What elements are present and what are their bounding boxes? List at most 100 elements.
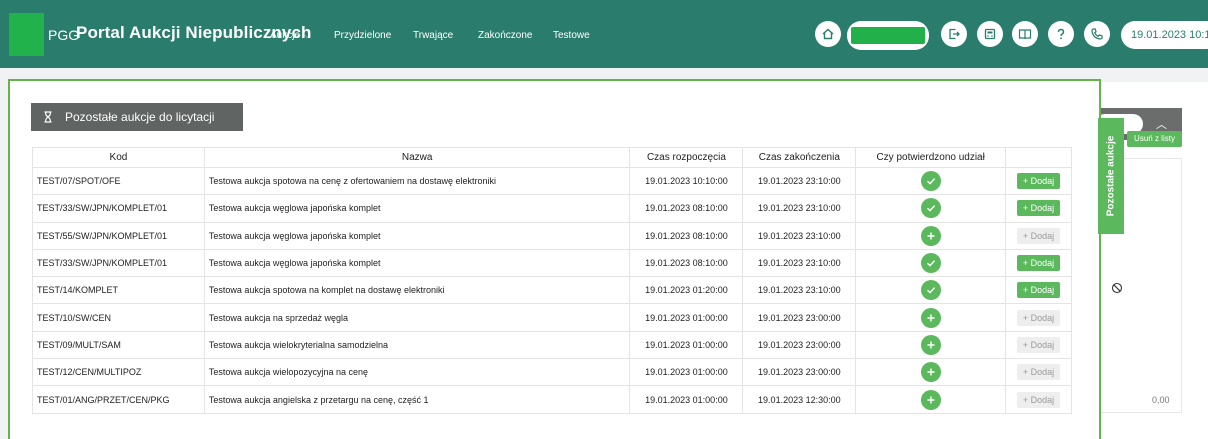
table-row[interactable]: TEST/01/ANG/PRZET/CEN/PKG Testowa aukcja …: [32, 385, 1072, 414]
confirmed-status-icon: [920, 171, 941, 192]
confirmed-status-icon: [920, 198, 941, 219]
cell-nazwa: Testowa aukcja spotowa na komplet na dos…: [203, 276, 631, 305]
brand-prefix: PGG: [48, 27, 80, 43]
cell-start-time: 19.01.2023 08:10:00: [629, 221, 744, 250]
nav-testowe[interactable]: Testowe: [553, 30, 590, 41]
help-icon: [1057, 28, 1065, 40]
section-title: Pozostałe aukcje do licytacji: [65, 110, 215, 124]
chevron-up-icon[interactable]: ︿: [1156, 116, 1167, 132]
manual-button[interactable]: [1012, 21, 1038, 47]
confirm-participation-button[interactable]: [920, 389, 941, 410]
check-icon: [926, 178, 935, 185]
cell-confirmed: [855, 358, 1007, 387]
cell-kod: TEST/07/SPOT/OFE: [32, 166, 205, 196]
add-button[interactable]: + Dodaj: [1017, 255, 1060, 272]
top-bar: PGG Portal Aukcji Niepublicznych Aukcje ⌵…: [0, 0, 1208, 68]
table-row[interactable]: TEST/55/SW/JPN/KOMPLET/01 Testowa aukcja …: [32, 221, 1072, 250]
cell-start-time: 19.01.2023 01:00:00: [629, 330, 744, 360]
help-button[interactable]: [1048, 21, 1074, 47]
cell-end-time: 19.01.2023 23:10:00: [742, 221, 857, 250]
check-icon: [926, 260, 935, 267]
add-button[interactable]: + Dodaj: [1017, 227, 1060, 244]
cell-end-time: 19.01.2023 23:00:00: [742, 303, 857, 332]
calculator-button[interactable]: [977, 21, 1003, 47]
cell-kod: TEST/01/ANG/PRZET/CEN/PKG: [32, 385, 205, 414]
cell-nazwa: Testowa aukcja węglowa japońska komplet: [203, 194, 631, 223]
table-row[interactable]: TEST/12/CEN/MULTIPOZ Testowa aukcja wielo…: [32, 358, 1072, 387]
cell-start-time: 19.01.2023 08:10:00: [629, 248, 744, 278]
column-header-action: [1005, 147, 1072, 168]
nav-aukcje[interactable]: Aukcje ⌵: [270, 30, 311, 41]
cell-confirmed: [855, 303, 1007, 332]
cell-confirmed: [855, 330, 1007, 360]
cell-end-time: 19.01.2023 23:10:00: [742, 166, 857, 196]
remove-from-list-button[interactable]: Usuń z listy: [1127, 131, 1182, 147]
table-header-row: Kod Nazwa Czas rozpoczęcia Czas zakończe…: [32, 147, 1072, 168]
confirm-participation-button[interactable]: [920, 334, 941, 355]
cell-nazwa: Testowa aukcja spotowa na cenę z ofertow…: [203, 166, 631, 196]
check-icon: [926, 287, 935, 294]
table-row[interactable]: TEST/09/MULT/SAM Testowa aukcja wielokryt…: [32, 330, 1072, 360]
cell-confirmed: [855, 194, 1007, 223]
cell-end-time: 19.01.2023 12:30:00: [742, 385, 857, 414]
plus-icon: [927, 396, 935, 404]
book-icon: [1018, 29, 1032, 40]
add-button[interactable]: + Dodaj: [1017, 391, 1060, 408]
cell-end-time: 19.01.2023 23:10:00: [742, 194, 857, 223]
home-button[interactable]: [815, 21, 841, 47]
nav-trwajace[interactable]: Trwające: [413, 30, 453, 41]
add-button[interactable]: + Dodaj: [1017, 336, 1060, 353]
cell-confirmed: [855, 276, 1007, 305]
add-button[interactable]: + Dodaj: [1017, 200, 1060, 217]
table-row[interactable]: TEST/10/SW/CEN Testowa aukcja na sprzedaż…: [32, 303, 1072, 332]
table-row[interactable]: TEST/07/SPOT/OFE Testowa aukcja spotowa n…: [32, 166, 1072, 196]
add-button[interactable]: + Dodaj: [1017, 364, 1060, 381]
logout-icon: [949, 28, 960, 40]
side-tab-remaining-auctions[interactable]: Pozostałe aukcje: [1098, 118, 1124, 234]
cell-kod: TEST/33/SW/JPN/KOMPLET/01: [32, 194, 205, 223]
cell-start-time: 19.01.2023 01:00:00: [629, 385, 744, 414]
table-row[interactable]: TEST/33/SW/JPN/KOMPLET/01 Testowa aukcja …: [32, 194, 1072, 223]
table-row[interactable]: TEST/33/SW/JPN/KOMPLET/01 Testowa aukcja …: [32, 248, 1072, 278]
cell-end-time: 19.01.2023 23:00:00: [742, 330, 857, 360]
auctions-table: Kod Nazwa Czas rozpoczęcia Czas zakończe…: [32, 147, 1072, 414]
add-button[interactable]: + Dodaj: [1017, 282, 1060, 299]
current-datetime: 19.01.2023 10:14:12: [1121, 21, 1208, 49]
user-account-button[interactable]: [847, 21, 929, 50]
cell-kod: TEST/10/SW/CEN: [32, 303, 205, 332]
confirm-participation-button[interactable]: [920, 362, 941, 383]
cell-nazwa: Testowa aukcja węglowa japońska komplet: [203, 248, 631, 278]
cell-nazwa: Testowa aukcja wielokryterialna samodzie…: [203, 330, 631, 360]
confirm-participation-button[interactable]: [920, 307, 941, 328]
cell-kod: TEST/55/SW/JPN/KOMPLET/01: [32, 221, 205, 250]
add-button[interactable]: + Dodaj: [1017, 173, 1060, 190]
user-account-badge: [851, 27, 925, 44]
cell-kod: TEST/09/MULT/SAM: [32, 330, 205, 360]
plus-icon: [927, 341, 935, 349]
cell-confirmed: [855, 166, 1007, 196]
cell-start-time: 19.01.2023 01:00:00: [629, 303, 744, 332]
nav-zakonczone[interactable]: Zakończone: [478, 30, 532, 41]
phone-button[interactable]: [1084, 21, 1110, 47]
cell-action: + Dodaj: [1005, 385, 1072, 414]
cell-action: + Dodaj: [1005, 330, 1072, 360]
nav-przydzielone[interactable]: Przydzielone: [334, 30, 391, 41]
confirmed-status-icon: [920, 280, 941, 301]
cell-action: + Dodaj: [1005, 303, 1072, 332]
cell-action: + Dodaj: [1005, 248, 1072, 278]
side-tab-label: Pozostałe aukcje: [1105, 135, 1117, 217]
table-row[interactable]: TEST/14/KOMPLET Testowa aukcja spotowa na…: [32, 276, 1072, 305]
block-icon[interactable]: [1111, 282, 1123, 294]
cell-start-time: 19.01.2023 01:00:00: [629, 358, 744, 387]
section-header: Pozostałe aukcje do licytacji: [31, 103, 243, 131]
check-icon: [926, 205, 935, 213]
home-icon: [822, 28, 834, 40]
cell-action: + Dodaj: [1005, 358, 1072, 387]
add-button[interactable]: + Dodaj: [1017, 309, 1060, 326]
confirm-participation-button[interactable]: [920, 225, 941, 246]
column-header-nazwa: Nazwa: [203, 147, 631, 168]
cell-end-time: 19.01.2023 23:10:00: [742, 248, 857, 278]
cell-confirmed: [855, 248, 1007, 278]
column-header-kod: Kod: [32, 147, 205, 168]
logout-button[interactable]: [941, 21, 967, 47]
